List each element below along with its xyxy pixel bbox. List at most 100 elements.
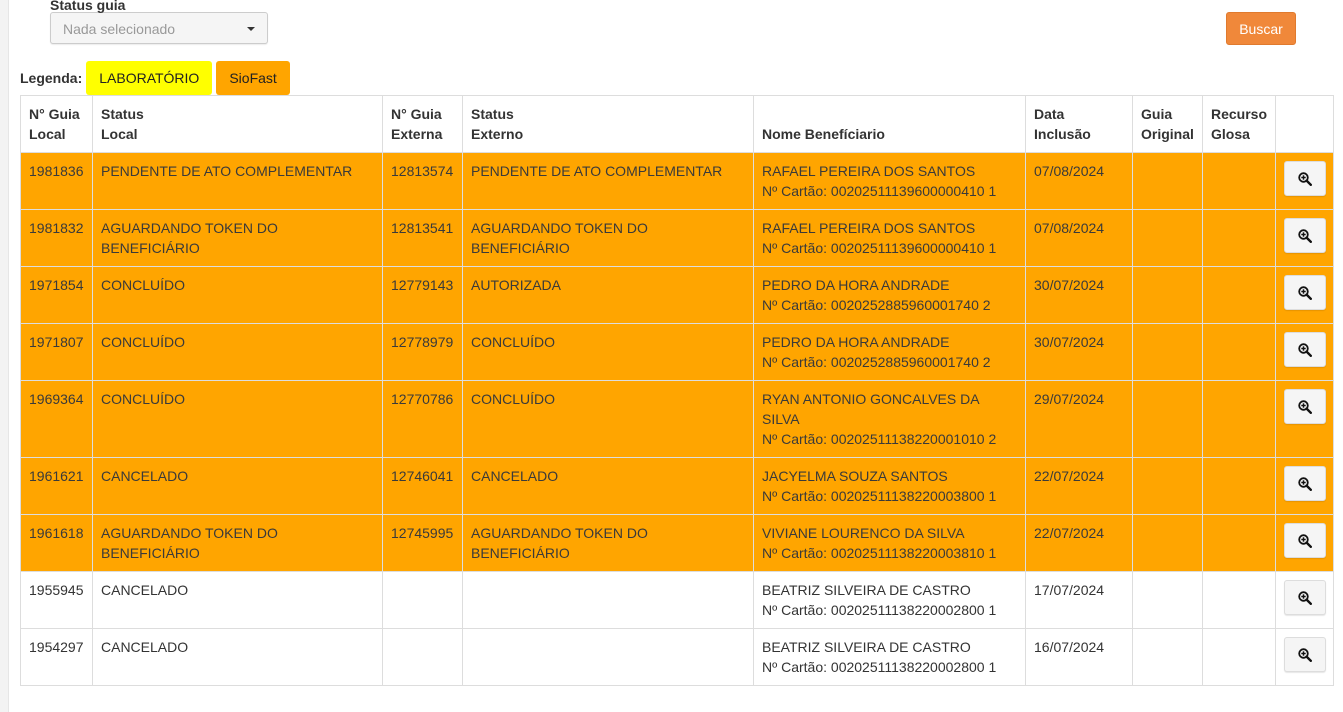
guia-externa-guia_externa: 12813541 bbox=[391, 220, 454, 236]
status-externo-status_externo: PENDENTE DE ATO COMPLEMENTAR bbox=[471, 163, 723, 179]
view-details-button[interactable] bbox=[1283, 275, 1326, 310]
data-inclusao: 07/08/2024 bbox=[1025, 209, 1133, 267]
zoom-in-icon bbox=[1297, 171, 1312, 186]
actions-cell bbox=[1275, 571, 1334, 629]
data-inclusao-data: 07/08/2024 bbox=[1034, 163, 1105, 179]
guia-local: 1971854 bbox=[20, 266, 93, 324]
zoom-in-icon bbox=[1297, 285, 1312, 300]
guia-local: 1955945 bbox=[20, 571, 93, 629]
beneficiario: RAFAEL PEREIRA DOS SANTOS Nº Cartão: 0020… bbox=[753, 209, 1026, 267]
guia-local: 1954297 bbox=[20, 628, 93, 686]
header-text: Data bbox=[1034, 106, 1065, 122]
recurso-glosa bbox=[1202, 209, 1276, 267]
zoom-in-icon bbox=[1297, 399, 1312, 414]
zoom-in-icon bbox=[1297, 228, 1312, 243]
status-guia-label: Status guia bbox=[50, 0, 126, 13]
beneficiario-nome: BEATRIZ SILVEIRA DE CASTRO bbox=[762, 639, 971, 655]
data-inclusao: 07/08/2024 bbox=[1025, 152, 1133, 210]
data-inclusao: 22/07/2024 bbox=[1025, 457, 1133, 515]
guia-original bbox=[1132, 571, 1203, 629]
recurso-glosa bbox=[1202, 628, 1276, 686]
view-details-button[interactable] bbox=[1283, 389, 1326, 424]
guia-externa: 12779143 bbox=[382, 266, 463, 324]
guia-original bbox=[1132, 323, 1203, 381]
status-local: AGUARDANDO TOKEN DO BENEFICIÁRIO bbox=[92, 209, 383, 267]
zoom-in-icon bbox=[1297, 590, 1312, 605]
guia-externa: 12813541 bbox=[382, 209, 463, 267]
page-left-border bbox=[0, 0, 9, 712]
status-local-status_local: CONCLUÍDO bbox=[101, 391, 186, 407]
status-externo: AGUARDANDO TOKEN DO BENEFICIÁRIO bbox=[462, 514, 754, 572]
view-details-button[interactable] bbox=[1283, 637, 1326, 672]
view-details-button[interactable] bbox=[1283, 332, 1326, 367]
beneficiario-nome: RYAN ANTONIO GONCALVES DA SILVA bbox=[762, 391, 979, 427]
table-row: 1954297 CANCELADO BEATRIZ SILVEIRA DE CAST… bbox=[20, 628, 1334, 686]
beneficiario-nome: PEDRO DA HORA ANDRADE bbox=[762, 334, 950, 350]
beneficiario: JACYELMA SOUZA SANTOS Nº Cartão: 00202511… bbox=[753, 457, 1026, 515]
legend-siofast: SioFast bbox=[216, 61, 290, 95]
zoom-in-icon bbox=[1297, 342, 1312, 357]
guia-externa-guia_externa: 12770786 bbox=[391, 391, 454, 407]
data-inclusao: 30/07/2024 bbox=[1025, 323, 1133, 381]
zoom-in-icon bbox=[1297, 647, 1312, 662]
search-button[interactable]: Buscar bbox=[1226, 12, 1296, 45]
view-details-button[interactable] bbox=[1283, 466, 1326, 501]
status-externo-status_externo: AGUARDANDO TOKEN DO BENEFICIÁRIO bbox=[471, 525, 648, 561]
header-data-inclusao: Data Inclusão bbox=[1025, 95, 1133, 153]
guias-table: N° Guia Local Status Local N° Guia Externa Sta… bbox=[20, 95, 1334, 686]
table-row: 1971854 CONCLUÍDO 12779143 AUTORIZADA PEDRO … bbox=[20, 266, 1334, 324]
caret-down-icon bbox=[247, 27, 255, 31]
guia-original bbox=[1132, 152, 1203, 210]
data-inclusao: 16/07/2024 bbox=[1025, 628, 1133, 686]
beneficiario-cartao: Nº Cartão: 00202511138220001010 2 bbox=[762, 431, 997, 447]
status-local: CANCELADO bbox=[92, 628, 383, 686]
guia-externa-guia_externa: 12745995 bbox=[391, 525, 454, 541]
beneficiario-nome: PEDRO DA HORA ANDRADE bbox=[762, 277, 950, 293]
beneficiario: BEATRIZ SILVEIRA DE CASTRO Nº Cartão: 002… bbox=[753, 628, 1026, 686]
status-externo: CANCELADO bbox=[462, 457, 754, 515]
guia-local: 1969364 bbox=[20, 380, 93, 458]
view-details-button[interactable] bbox=[1283, 218, 1326, 253]
guia-externa: 12745995 bbox=[382, 514, 463, 572]
status-externo-status_externo: CONCLUÍDO bbox=[471, 334, 556, 350]
table-row: 1981832 AGUARDANDO TOKEN DO BENEFICIÁRIO 1… bbox=[20, 209, 1334, 267]
view-details-button[interactable] bbox=[1283, 580, 1326, 615]
status-externo bbox=[462, 628, 754, 686]
beneficiario-nome: VIVIANE LOURENCO DA SILVA bbox=[762, 525, 965, 541]
beneficiario-cartao: Nº Cartão: 00202511139600000410 1 bbox=[762, 183, 997, 199]
data-inclusao: 29/07/2024 bbox=[1025, 380, 1133, 458]
recurso-glosa bbox=[1202, 380, 1276, 458]
header-text: Recurso bbox=[1211, 106, 1268, 122]
actions-cell bbox=[1275, 628, 1334, 686]
status-guia-select[interactable]: Nada selecionado bbox=[50, 12, 268, 44]
guia-local: 1981832 bbox=[20, 209, 93, 267]
status-local-status_local: PENDENTE DE ATO COMPLEMENTAR bbox=[101, 163, 353, 179]
table-row: 1981836 PENDENTE DE ATO COMPLEMENTAR 12813… bbox=[20, 152, 1334, 210]
status-local-status_local: CONCLUÍDO bbox=[101, 277, 186, 293]
header-guia-local: N° Guia Local bbox=[20, 95, 93, 153]
guia-local-guia_local: 1981832 bbox=[29, 220, 84, 236]
recurso-glosa bbox=[1202, 571, 1276, 629]
header-text: Externo bbox=[471, 126, 524, 142]
guia-local: 1961621 bbox=[20, 457, 93, 515]
view-details-button[interactable] bbox=[1283, 161, 1326, 196]
guia-externa: 12813574 bbox=[382, 152, 463, 210]
recurso-glosa bbox=[1202, 514, 1276, 572]
beneficiario-cartao: Nº Cartão: 00202511138220003800 1 bbox=[762, 488, 997, 504]
data-inclusao-data: 16/07/2024 bbox=[1034, 639, 1105, 655]
table-header-row: N° Guia Local Status Local N° Guia Externa Sta… bbox=[20, 95, 1334, 153]
zoom-in-icon bbox=[1297, 533, 1312, 548]
guia-externa bbox=[382, 571, 463, 629]
beneficiario: BEATRIZ SILVEIRA DE CASTRO Nº Cartão: 002… bbox=[753, 571, 1026, 629]
beneficiario-nome: JACYELMA SOUZA SANTOS bbox=[762, 468, 948, 484]
header-text: Local bbox=[101, 126, 138, 142]
status-externo: AUTORIZADA bbox=[462, 266, 754, 324]
beneficiario-cartao: Nº Cartão: 00202511139600000410 1 bbox=[762, 240, 997, 256]
status-guia-placeholder: Nada selecionado bbox=[63, 21, 176, 37]
status-local-status_local: AGUARDANDO TOKEN DO BENEFICIÁRIO bbox=[101, 525, 278, 561]
beneficiario-cartao: Nº Cartão: 00202511138220002800 1 bbox=[762, 659, 997, 675]
status-externo bbox=[462, 571, 754, 629]
status-externo: AGUARDANDO TOKEN DO BENEFICIÁRIO bbox=[462, 209, 754, 267]
status-local: CANCELADO bbox=[92, 571, 383, 629]
view-details-button[interactable] bbox=[1283, 523, 1326, 558]
